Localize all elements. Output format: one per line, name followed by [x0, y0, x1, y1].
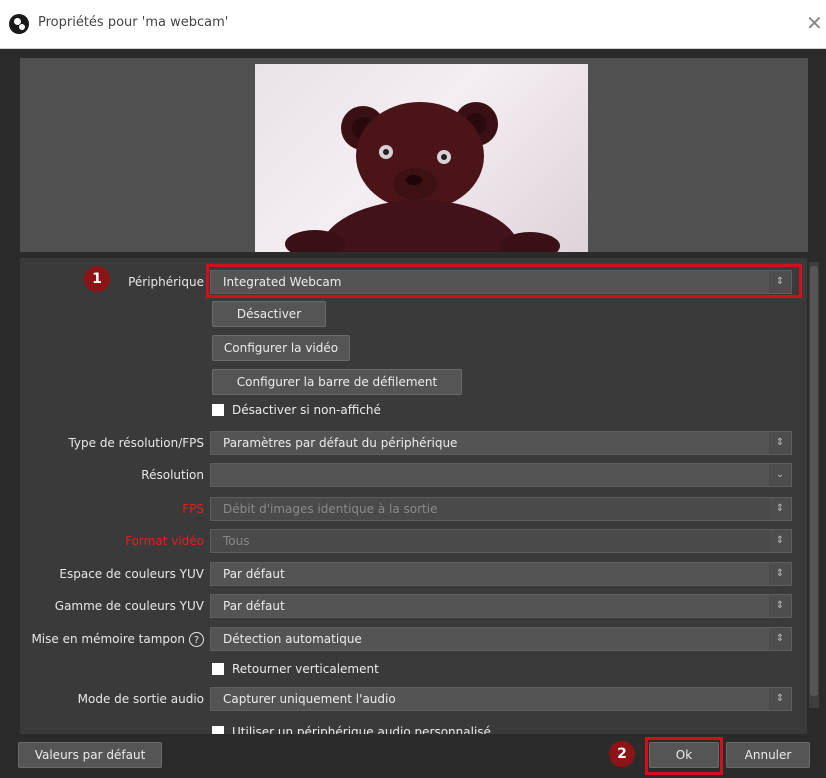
- obs-logo-icon: [9, 14, 29, 34]
- audio-mode-value: Capturer uniquement l'audio: [223, 692, 396, 706]
- yuv-space-select[interactable]: Par défaut ⇕: [210, 562, 792, 586]
- yuv-range-value: Par défaut: [223, 599, 285, 613]
- flip-vertical-label: Retourner verticalement: [232, 662, 379, 676]
- cancel-button[interactable]: Annuler: [726, 742, 810, 768]
- video-format-select: Tous ⇕: [210, 529, 792, 553]
- spinner-icon: ⇕: [769, 432, 791, 454]
- webcam-preview: [20, 58, 808, 252]
- checkbox-icon: [212, 662, 224, 675]
- video-format-value: Tous: [223, 534, 250, 548]
- configure-crossbar-button[interactable]: Configurer la barre de défilement: [212, 369, 462, 395]
- checkbox-icon: [212, 403, 224, 416]
- flip-vertical-checkbox[interactable]: Retourner verticalement: [212, 660, 379, 678]
- highlight-device: [206, 264, 802, 298]
- chevron-down-icon: ⌄: [769, 464, 791, 486]
- res-fps-type-value: Paramètres par défaut du périphérique: [223, 436, 458, 450]
- deactivate-when-hidden-label: Désactiver si non-affiché: [232, 403, 381, 417]
- buffering-select[interactable]: Détection automatique ⇕: [210, 627, 792, 651]
- scrollbar[interactable]: [809, 262, 819, 708]
- spinner-icon: ⇕: [769, 563, 791, 585]
- configure-video-button[interactable]: Configurer la vidéo: [212, 335, 350, 361]
- spinner-icon: ⇕: [769, 628, 791, 650]
- fps-select: Débit d'images identique à la sortie ⇕: [210, 497, 792, 521]
- video-format-label: Format vidéo: [125, 534, 204, 548]
- fps-label: FPS: [182, 502, 204, 516]
- highlight-ok: [645, 737, 723, 775]
- deactivate-when-hidden-checkbox[interactable]: Désactiver si non-affiché: [212, 401, 381, 419]
- fps-value: Débit d'images identique à la sortie: [223, 502, 438, 516]
- help-icon[interactable]: ?: [189, 632, 204, 647]
- res-fps-type-label: Type de résolution/FPS: [68, 436, 204, 450]
- yuv-space-value: Par défaut: [223, 567, 285, 581]
- resolution-label: Résolution: [141, 468, 204, 482]
- close-icon[interactable]: ✕: [806, 11, 824, 35]
- buffering-label: Mise en mémoire tampon: [31, 632, 185, 646]
- spinner-icon: ⇕: [769, 498, 791, 520]
- buffering-value: Détection automatique: [223, 632, 362, 646]
- device-label: Périphérique: [128, 275, 204, 289]
- spinner-icon: ⇕: [769, 530, 791, 552]
- audio-mode-label: Mode de sortie audio: [77, 692, 204, 706]
- defaults-button[interactable]: Valeurs par défaut: [18, 742, 162, 768]
- spinner-icon: ⇕: [769, 595, 791, 617]
- custom-audio-checkbox[interactable]: Utiliser un périphérique audio personnal…: [212, 723, 491, 734]
- res-fps-type-select[interactable]: Paramètres par défaut du périphérique ⇕: [210, 431, 792, 455]
- annotation-badge-1: 1: [84, 266, 110, 292]
- webcam-image: [255, 64, 588, 252]
- properties-panel: Périphérique Integrated Webcam ⇕ Désacti…: [20, 258, 807, 734]
- audio-mode-select[interactable]: Capturer uniquement l'audio ⇕: [210, 687, 792, 711]
- resolution-select[interactable]: ⌄: [210, 463, 792, 487]
- yuv-range-select[interactable]: Par défaut ⇕: [210, 594, 792, 618]
- yuv-range-label: Gamme de couleurs YUV: [54, 599, 204, 613]
- window-title: Propriétés pour 'ma webcam': [38, 15, 229, 30]
- deactivate-button[interactable]: Désactiver: [212, 301, 326, 327]
- checkbox-icon: [212, 725, 224, 734]
- custom-audio-label: Utiliser un périphérique audio personnal…: [232, 725, 491, 734]
- scrollbar-thumb[interactable]: [810, 266, 818, 696]
- annotation-badge-2: 2: [609, 741, 635, 767]
- spinner-icon: ⇕: [769, 688, 791, 710]
- title-bar: Propriétés pour 'ma webcam' ✕: [0, 0, 826, 49]
- yuv-space-label: Espace de couleurs YUV: [59, 567, 204, 581]
- buffering-label-row: Mise en mémoire tampon?: [20, 627, 204, 651]
